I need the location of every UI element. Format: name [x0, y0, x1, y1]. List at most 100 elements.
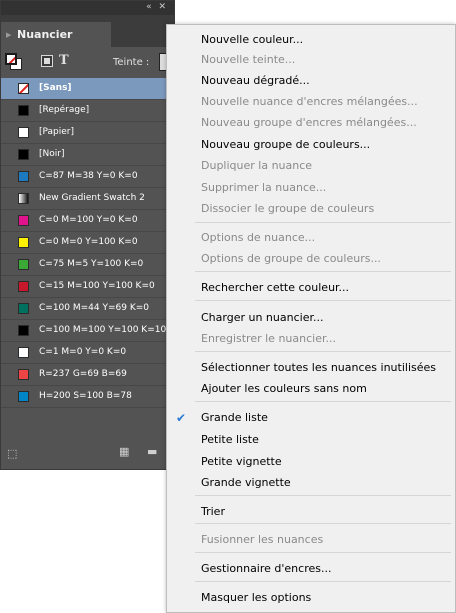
swatch-color-chip — [18, 105, 29, 116]
teinte-label: Teinte : — [113, 57, 150, 68]
menu-item-label: Fusionner les nuances — [201, 533, 324, 546]
panel-flyout-menu: Nouvelle couleur... Nouvelle teinte... Nou… — [166, 24, 456, 613]
menu-item[interactable]: Ajouter les couleurs sans nom — [167, 379, 455, 399]
show-swatch-kinds-icon[interactable]: ⬚ — [7, 447, 17, 460]
menu-item: Dissocier le groupe de couleurs — [167, 199, 455, 219]
swatch-color-chip — [18, 171, 29, 182]
menu-item: Options de groupe de couleurs... — [167, 249, 455, 269]
swatches-panel: « ✕ Nuancier T Teinte : [Sans] [Repérage]… — [0, 0, 179, 470]
menu-item[interactable]: Nouveau dégradé... — [167, 71, 455, 91]
swatch-color-chip — [18, 347, 29, 358]
menu-item-label: Gestionnaire d'encres... — [201, 562, 332, 575]
swatch-color-chip — [18, 83, 29, 94]
swatch-list: [Sans] [Repérage] [Papier] [Noir] C=87 M=38 … — [1, 78, 174, 408]
swatch-color-chip — [18, 303, 29, 314]
menu-item-label: Ajouter les couleurs sans nom — [201, 382, 367, 395]
menu-item-label: Options de nuance... — [201, 231, 316, 244]
menu-item[interactable]: Rechercher cette couleur... — [167, 278, 455, 298]
menu-item[interactable]: Trier — [167, 502, 455, 522]
collapse-close-icons[interactable]: « ✕ — [146, 2, 168, 12]
menu-item[interactable]: Nouveau groupe de couleurs... — [167, 135, 455, 155]
swatch-row[interactable]: C=1 M=0 Y=0 K=0 — [1, 342, 174, 364]
fill-stroke-icon[interactable] — [5, 53, 23, 71]
menu-item: Dupliquer la nuance — [167, 156, 455, 176]
fill-none-icon — [5, 53, 17, 65]
menu-item-label: Masquer les options — [201, 591, 312, 604]
menu-item[interactable]: Petite liste — [167, 430, 455, 450]
menu-item: Fusionner les nuances — [167, 530, 455, 550]
menu-separator — [195, 523, 451, 524]
panel-footer: ⬚ ▦ ▬ — [1, 437, 174, 469]
menu-separator — [195, 401, 451, 402]
swatch-row[interactable]: [Repérage] — [1, 100, 174, 122]
swatch-row[interactable]: [Noir] — [1, 144, 174, 166]
swatch-row[interactable]: [Papier] — [1, 122, 174, 144]
swatch-row[interactable]: C=87 M=38 Y=0 K=0 — [1, 166, 174, 188]
menu-item: Enregistrer le nuancier... — [167, 329, 455, 349]
swatch-label: C=0 M=100 Y=0 K=0 — [39, 215, 138, 225]
menu-item[interactable]: Gestionnaire d'encres... — [167, 559, 455, 579]
menu-item-label: Rechercher cette couleur... — [201, 281, 350, 294]
swatch-label: [Papier] — [39, 127, 75, 137]
tab-grip-icon — [6, 31, 12, 39]
menu-item-label: Petite vignette — [201, 455, 282, 468]
menu-item-label: Petite liste — [201, 433, 259, 446]
menu-separator — [195, 271, 451, 272]
swatch-label: C=1 M=0 Y=0 K=0 — [39, 347, 127, 357]
checkmark-icon: ✔ — [176, 411, 187, 425]
swatch-label: [Noir] — [39, 149, 65, 159]
swatch-row[interactable]: C=75 M=5 Y=100 K=0 — [1, 254, 174, 276]
menu-item[interactable]: ✔ Grande liste — [167, 408, 455, 428]
menu-item[interactable]: Masquer les options — [167, 588, 455, 608]
swatch-label: [Sans] — [39, 83, 72, 93]
menu-item: Options de nuance... — [167, 228, 455, 248]
swatch-label: C=15 M=100 Y=100 K=0 — [39, 281, 155, 291]
swatch-row[interactable]: C=15 M=100 Y=100 K=0 — [1, 276, 174, 298]
swatch-row[interactable]: New Gradient Swatch 2 — [1, 188, 174, 210]
folder-icon[interactable]: ▬ — [147, 445, 157, 458]
swatch-color-chip — [18, 237, 29, 248]
tab-nuancier[interactable]: Nuancier — [1, 22, 111, 47]
swatch-row[interactable]: C=0 M=100 Y=0 K=0 — [1, 210, 174, 232]
swatch-row[interactable]: H=200 S=100 B=78 — [1, 386, 174, 408]
swatch-row[interactable]: C=100 M=100 Y=100 K=100 — [1, 320, 174, 342]
menu-item-label: Nouveau dégradé... — [201, 74, 310, 87]
menu-item-label: Trier — [201, 505, 225, 518]
panel-titlebar: « ✕ — [1, 1, 174, 15]
menu-item[interactable]: Petite vignette — [167, 452, 455, 472]
menu-separator — [195, 351, 451, 352]
menu-item-label: Nouvelle couleur... — [201, 33, 304, 46]
menu-item: Nouvelle teinte... — [167, 50, 455, 70]
container-format-icon[interactable] — [41, 55, 53, 67]
new-color-group-icon[interactable]: ▦ — [119, 445, 129, 458]
swatch-label: C=75 M=5 Y=100 K=0 — [39, 259, 144, 269]
menu-item-label: Nouvelle nuance d'encres mélangées... — [201, 95, 418, 108]
menu-item[interactable]: Charger un nuancier... — [167, 308, 455, 328]
swatch-label: C=0 M=0 Y=100 K=0 — [39, 237, 138, 247]
menu-item-label: Dupliquer la nuance — [201, 159, 313, 172]
menu-item-label: Enregistrer le nuancier... — [201, 332, 336, 345]
swatch-color-chip — [18, 281, 29, 292]
menu-separator — [195, 552, 451, 553]
menu-item[interactable]: Grande vignette — [167, 473, 455, 493]
swatch-row[interactable]: R=237 G=69 B=69 — [1, 364, 174, 386]
menu-item[interactable]: Sélectionner toutes les nuances inutilis… — [167, 358, 455, 378]
menu-item-label: Nouveau groupe d'encres mélangées... — [201, 116, 417, 129]
menu-item-label: Nouvelle teinte... — [201, 53, 296, 66]
swatch-row[interactable]: C=0 M=0 Y=100 K=0 — [1, 232, 174, 254]
swatch-row[interactable]: [Sans] — [1, 78, 174, 100]
menu-item[interactable]: Nouvelle couleur... — [167, 30, 455, 50]
menu-item-label: Grande liste — [201, 411, 268, 424]
swatch-row[interactable]: C=100 M=44 Y=69 K=0 — [1, 298, 174, 320]
menu-item-label: Options de groupe de couleurs... — [201, 252, 381, 265]
menu-item: Nouvelle nuance d'encres mélangées... — [167, 92, 455, 112]
menu-separator — [195, 581, 451, 582]
swatch-color-chip — [18, 149, 29, 160]
swatch-color-chip — [18, 325, 29, 336]
swatch-color-chip — [18, 391, 29, 402]
swatch-color-chip — [18, 259, 29, 270]
tab-label: Nuancier — [17, 28, 73, 41]
text-format-icon[interactable]: T — [59, 53, 69, 68]
menu-separator — [195, 222, 451, 223]
panel-tab-row: Nuancier — [1, 15, 174, 47]
